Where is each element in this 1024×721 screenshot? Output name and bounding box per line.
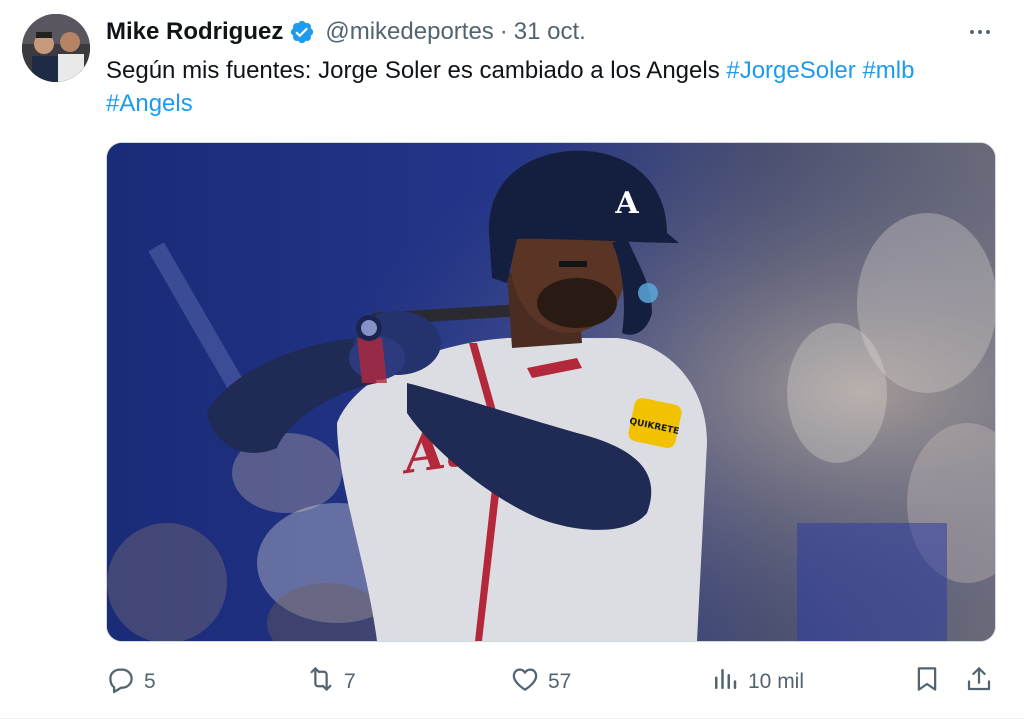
bookmark-icon xyxy=(912,664,942,700)
separator: · xyxy=(499,18,508,45)
author-handle[interactable]: @mikedeportes xyxy=(325,18,493,46)
hashtag-jorgesoler[interactable]: #JorgeSoler xyxy=(726,57,855,84)
tweet-media-image[interactable]: Atl QUIKRETE A xyxy=(106,142,996,642)
share-button[interactable] xyxy=(964,664,994,700)
author-name[interactable]: Mike Rodriguez xyxy=(106,18,283,46)
like-count: 57 xyxy=(548,670,572,693)
share-icon xyxy=(964,664,994,700)
helmet-logo-text: A xyxy=(614,186,639,221)
heart-icon xyxy=(510,664,540,700)
tweet-header: Mike Rodriguez @mikedeportes · 31 oct. xyxy=(106,16,586,48)
tweet: Mike Rodriguez @mikedeportes · 31 oct. S… xyxy=(0,0,1024,721)
more-icon[interactable] xyxy=(964,18,996,46)
like-button[interactable]: 57 xyxy=(510,664,571,700)
verified-badge-icon xyxy=(289,19,315,45)
tweet-action-bar: 5 7 57 10 mil xyxy=(106,664,996,700)
tweet-text: Según mis fuentes: Jorge Soler es cambia… xyxy=(106,54,996,120)
tweet-date[interactable]: 31 oct. xyxy=(514,18,586,46)
reply-button[interactable]: 5 xyxy=(106,664,156,700)
bookmark-button[interactable] xyxy=(912,664,942,700)
views-icon xyxy=(710,664,740,700)
reply-icon xyxy=(106,664,136,700)
views-count: 10 mil xyxy=(748,670,805,693)
divider xyxy=(0,718,1024,719)
repost-count: 7 xyxy=(344,670,356,693)
tweet-body: Según mis fuentes: Jorge Soler es cambia… xyxy=(106,57,720,84)
hashtag-mlb[interactable]: #mlb xyxy=(862,57,914,84)
repost-icon xyxy=(306,664,336,700)
reply-count: 5 xyxy=(144,670,156,693)
avatar[interactable] xyxy=(22,14,90,82)
repost-button[interactable]: 7 xyxy=(306,664,356,700)
views-button[interactable]: 10 mil xyxy=(710,664,804,700)
hashtag-angels[interactable]: #Angels xyxy=(106,90,193,117)
